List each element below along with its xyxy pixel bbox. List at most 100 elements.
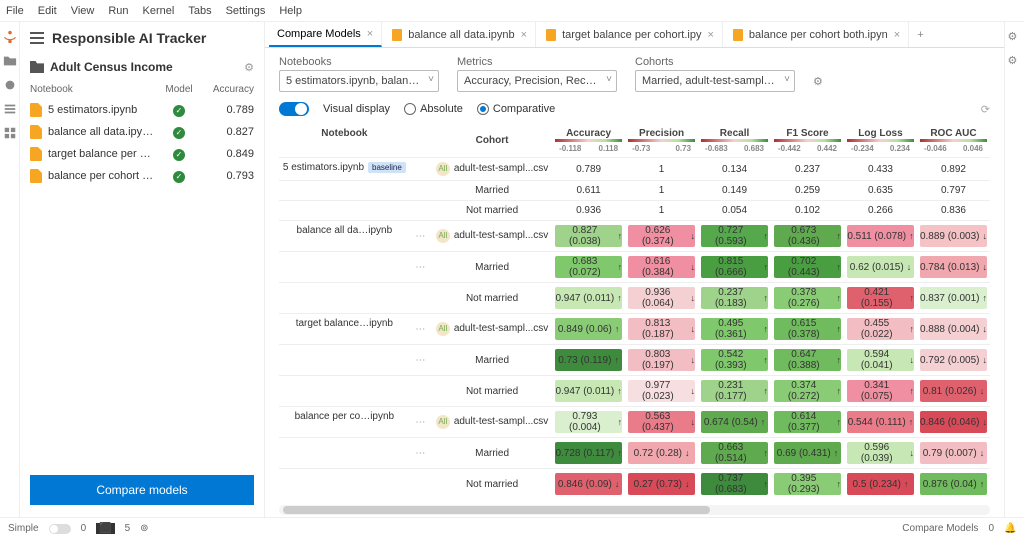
metric-header[interactable]: Accuracy-0.1180.118 bbox=[552, 124, 625, 158]
metric-header[interactable]: F1 Score-0.4420.442 bbox=[771, 124, 844, 158]
metric-cell: 0.259 bbox=[771, 181, 844, 201]
more-icon[interactable]: ⋯ bbox=[410, 314, 432, 345]
cohort-cell: Not married bbox=[432, 283, 552, 314]
more-icon[interactable]: ⋯ bbox=[410, 438, 432, 469]
tab[interactable]: balance per cohort both.ipyn× bbox=[725, 22, 909, 47]
comparative-radio[interactable]: Comparative bbox=[477, 103, 555, 115]
notebook-row[interactable]: target balance per …ipynb✓0.849 bbox=[20, 143, 264, 165]
metric-cell: 0.803 (0.197) ↓ bbox=[625, 345, 698, 376]
status-context: Compare Models bbox=[902, 523, 978, 534]
metric-cell: 0.266 bbox=[844, 201, 917, 221]
tab-label: balance all data.ipynb bbox=[408, 29, 514, 41]
run-icon[interactable] bbox=[3, 78, 17, 92]
bell-icon[interactable]: 🔔 bbox=[1004, 523, 1016, 535]
app-title: Responsible AI Tracker bbox=[52, 30, 206, 46]
filter-settings-icon[interactable]: ⚙ bbox=[813, 75, 823, 88]
hamburger-icon[interactable] bbox=[30, 32, 44, 44]
tab-label: target balance per cohort.ipy bbox=[562, 29, 701, 41]
add-tab-button[interactable]: + bbox=[911, 29, 929, 41]
activity-bar bbox=[0, 22, 20, 517]
close-icon[interactable]: × bbox=[894, 29, 900, 41]
notebook-cell bbox=[279, 469, 410, 500]
metric-cell: 1 bbox=[625, 201, 698, 221]
cohort-cell: Married bbox=[432, 252, 552, 283]
metric-cell: 0.846 (0.046) ↓ bbox=[917, 407, 990, 438]
cohorts-select[interactable]: Married, adult-test-sample.csv, Not … bbox=[635, 70, 795, 92]
close-icon[interactable]: × bbox=[367, 28, 373, 40]
notebook-cell: target balance…ipynb bbox=[279, 314, 410, 345]
tab[interactable]: balance all data.ipynb × bbox=[384, 22, 536, 47]
list-icon[interactable] bbox=[3, 102, 17, 116]
notebooks-select[interactable]: 5 estimators.ipynb, balance all data… bbox=[279, 70, 439, 92]
metric-cell: 0.837 (0.001) ↑ bbox=[917, 283, 990, 314]
notebook-accuracy: 0.789 bbox=[204, 104, 254, 116]
metric-cell: 0.615 (0.378) ↑ bbox=[771, 314, 844, 345]
status-toggle[interactable] bbox=[49, 524, 71, 534]
metric-cell: 0.341 (0.075) ↑ bbox=[844, 376, 917, 407]
more-icon bbox=[410, 376, 432, 407]
metric-cell: 0.889 (0.003) ↓ bbox=[917, 221, 990, 252]
settings-icon-2[interactable]: ⚙ bbox=[1008, 54, 1022, 68]
status-icon[interactable]: ⊚ bbox=[140, 523, 148, 534]
cohort-cell: Alladult-test-sampl...csv bbox=[432, 221, 552, 252]
metric-header[interactable]: Precision-0.730.73 bbox=[625, 124, 698, 158]
extensions-icon[interactable] bbox=[3, 126, 17, 140]
metric-header[interactable]: ROC AUC-0.0460.046 bbox=[917, 124, 990, 158]
metric-cell: 0.792 (0.005) ↓ bbox=[917, 345, 990, 376]
close-icon[interactable]: × bbox=[521, 29, 527, 41]
menu-run[interactable]: Run bbox=[108, 5, 128, 17]
metric-cell: 0.674 (0.54) ↑ bbox=[698, 407, 771, 438]
horizontal-scrollbar[interactable] bbox=[279, 505, 990, 515]
all-cohort-pill: All bbox=[436, 162, 450, 176]
metric-header[interactable]: Log Loss-0.2340.234 bbox=[844, 124, 917, 158]
folder-icon[interactable] bbox=[3, 54, 17, 68]
notebook-row[interactable]: balance per cohort …ipynb✓0.793 bbox=[20, 165, 264, 187]
more-icon[interactable]: ⋯ bbox=[410, 221, 432, 252]
metrics-select[interactable]: Accuracy, Precision, Recall, F1 Score… bbox=[457, 70, 617, 92]
metric-cell: 1 bbox=[625, 158, 698, 181]
close-icon[interactable]: × bbox=[707, 29, 713, 41]
menu-tabs[interactable]: Tabs bbox=[188, 5, 211, 17]
menu-help[interactable]: Help bbox=[279, 5, 302, 17]
cohort-cell: Alladult-test-sampl...csv bbox=[432, 407, 552, 438]
absolute-radio[interactable]: Absolute bbox=[404, 103, 463, 115]
model-status: ✓ bbox=[154, 126, 204, 139]
notebook-file-icon bbox=[546, 29, 556, 41]
more-icon bbox=[410, 158, 432, 181]
metric-cell: 0.947 (0.011) ↑ bbox=[552, 283, 625, 314]
notebook-list-header: Notebook Model Accuracy bbox=[20, 80, 264, 99]
visual-display-toggle[interactable] bbox=[279, 102, 309, 116]
metric-cell: 0.635 bbox=[844, 181, 917, 201]
tab[interactable]: Compare Models× bbox=[269, 22, 382, 47]
metric-cell: 1 bbox=[625, 181, 698, 201]
jupyter-icon[interactable] bbox=[3, 30, 17, 44]
settings-icon[interactable]: ⚙ bbox=[1008, 30, 1022, 44]
gear-icon[interactable]: ⚙ bbox=[244, 61, 254, 74]
metrics-filter: Metrics Accuracy, Precision, Recall, F1 … bbox=[457, 56, 617, 92]
notebook-row[interactable]: balance all data.ipynb✓0.827 bbox=[20, 121, 264, 143]
tab[interactable]: target balance per cohort.ipy × bbox=[538, 22, 723, 47]
more-icon[interactable]: ⋯ bbox=[410, 407, 432, 438]
more-icon[interactable]: ⋯ bbox=[410, 345, 432, 376]
compare-models-button[interactable]: Compare models bbox=[30, 475, 254, 505]
refresh-icon[interactable]: ⟳ bbox=[981, 103, 990, 116]
metric-cell: 0.596 (0.039) ↓ bbox=[844, 438, 917, 469]
menu-kernel[interactable]: Kernel bbox=[143, 5, 175, 17]
notebook-file-icon bbox=[392, 29, 402, 41]
menu-settings[interactable]: Settings bbox=[226, 5, 266, 17]
metric-cell: 0.563 (0.437) ↓ bbox=[625, 407, 698, 438]
metric-cell: 0.27 (0.73) ↓ bbox=[625, 469, 698, 500]
menu-file[interactable]: File bbox=[6, 5, 24, 17]
metric-header[interactable]: Recall-0.6830.683 bbox=[698, 124, 771, 158]
metric-cell: 0.936 bbox=[552, 201, 625, 221]
notebook-row[interactable]: 5 estimators.ipynb✓0.789 bbox=[20, 99, 264, 121]
table-row: Not married0.846 (0.09) ↓0.27 (0.73) ↓0.… bbox=[279, 469, 990, 500]
right-rail: ⚙ ⚙ bbox=[1004, 22, 1024, 517]
metric-cell: 0.614 (0.377) ↑ bbox=[771, 407, 844, 438]
menu-edit[interactable]: Edit bbox=[38, 5, 57, 17]
table-row: Married0.61110.1490.2590.6350.797 bbox=[279, 181, 990, 201]
more-icon[interactable]: ⋯ bbox=[410, 252, 432, 283]
metric-cell: 0.797 bbox=[917, 181, 990, 201]
model-status: ✓ bbox=[154, 170, 204, 183]
menu-view[interactable]: View bbox=[71, 5, 95, 17]
